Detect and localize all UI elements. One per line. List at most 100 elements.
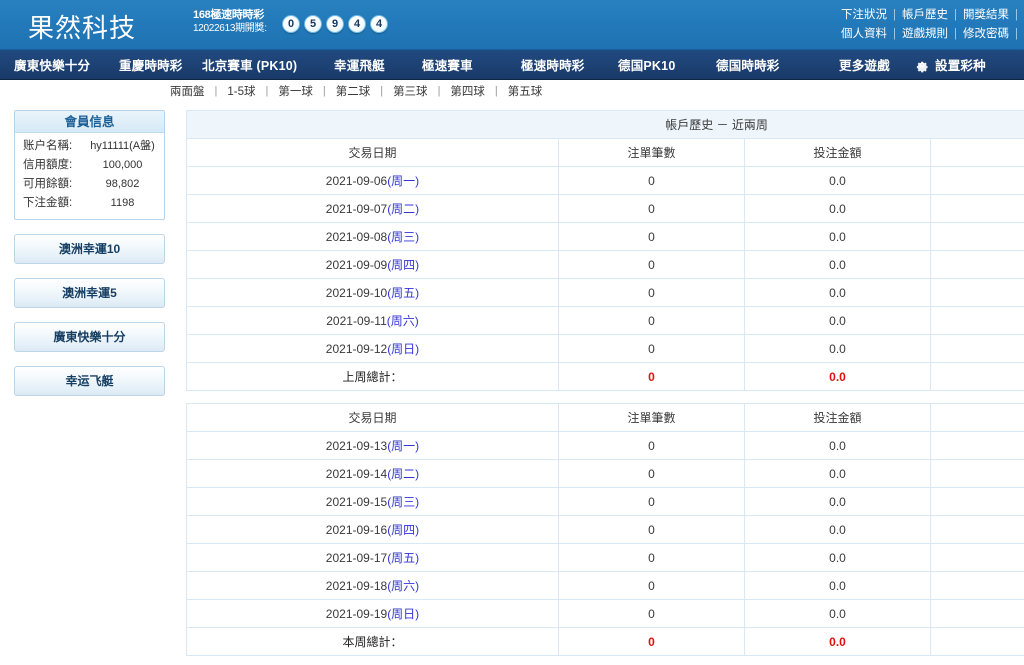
table-row: 2021-09-10(周五)00.00.0 [187, 279, 1024, 307]
table-row: 2021-09-11(周六)00.00.0 [187, 307, 1024, 335]
cell-date: 2021-09-15(周三) [187, 488, 559, 516]
cell-effective-amount: 0.0 [931, 307, 1024, 335]
nav-item-7[interactable]: 德国PK10 [612, 55, 681, 74]
cell-bet-count: 0 [559, 460, 745, 488]
nav-item-4[interactable]: 幸運飛艇 [328, 55, 391, 74]
weekday-link[interactable]: (周一) [387, 174, 419, 188]
column-header-4: 有效 [931, 404, 1024, 432]
date-text: 2021-09-07 [326, 202, 387, 216]
cell-bet-amount: 0.0 [745, 307, 931, 335]
draw-ball: 9 [326, 15, 344, 33]
weekday-link[interactable]: (周三) [387, 230, 419, 244]
member-info-row: 账户名稱:hy11111(A盤) [15, 137, 164, 156]
cell-bet-amount: 0.0 [745, 544, 931, 572]
cell-effective-amount: 0.0 [931, 432, 1024, 460]
top-link-帳戶歷史[interactable]: 帳戶歷史 [896, 9, 954, 21]
subnav-item-7[interactable]: 第五球 [498, 83, 553, 99]
cell-date: 2021-09-19(周日) [187, 600, 559, 628]
cell-date: 2021-09-11(周六) [187, 307, 559, 335]
sidebar-button-3[interactable]: 廣東快樂十分 [14, 322, 165, 352]
member-info-label: 下注金額: [19, 194, 85, 213]
column-header-3: 投注金額 [745, 404, 931, 432]
table-gap [186, 391, 1024, 403]
nav-settings-button[interactable]: 設置彩种 [908, 55, 992, 74]
nav-item-5[interactable]: 極速賽車 [416, 55, 479, 74]
weekday-link[interactable]: (周六) [387, 314, 419, 328]
cell-bet-count: 0 [559, 335, 745, 363]
subnav-item-3[interactable]: 第一球 [268, 83, 323, 99]
weekday-link[interactable]: (周二) [387, 202, 419, 216]
total-label: 上周總計： [187, 363, 559, 391]
link-separator: | [1015, 28, 1018, 40]
weekday-link[interactable]: (周日) [387, 607, 419, 621]
subnav-item-5[interactable]: 第三球 [383, 83, 438, 99]
date-text: 2021-09-06 [326, 174, 387, 188]
top-link-開獎結果[interactable]: 開獎結果 [957, 9, 1015, 21]
table-total-row: 本周總計：00.00.0 [187, 628, 1024, 656]
nav-item-8[interactable]: 德国時時彩 [710, 55, 786, 74]
cell-effective-amount: 0.0 [931, 516, 1024, 544]
top-link-個人資料[interactable]: 個人資料 [835, 28, 893, 40]
sub-nav: 兩面盤|1-5球|第一球|第二球|第三球|第四球|第五球 [0, 80, 1024, 102]
top-link-修改密碼[interactable]: 修改密碼 [957, 28, 1015, 40]
table-row: 2021-09-09(周四)00.00.0 [187, 251, 1024, 279]
table-header-row: 交易日期注單筆數投注金額有效 [187, 139, 1024, 167]
nav-item-6[interactable]: 極速時時彩 [515, 55, 591, 74]
gear-icon [914, 57, 930, 73]
draw-ball: 4 [348, 15, 366, 33]
cell-effective-amount: 0.0 [931, 544, 1024, 572]
table-total-row: 上周總計：00.00.0 [187, 363, 1024, 391]
member-info-row: 可用餘額:98,802 [15, 175, 164, 194]
weekday-link[interactable]: (周五) [387, 286, 419, 300]
cell-bet-count: 0 [559, 432, 745, 460]
table-row: 2021-09-17(周五)00.00.0 [187, 544, 1024, 572]
weekday-link[interactable]: (周六) [387, 579, 419, 593]
cell-bet-count: 0 [559, 223, 745, 251]
cell-bet-count: 0 [559, 307, 745, 335]
page-body: 會員信息 账户名稱:hy11111(A盤)信用額度:100,000可用餘額:98… [0, 102, 1024, 658]
sidebar-button-1[interactable]: 澳洲幸運10 [14, 234, 165, 264]
member-info-label: 账户名稱: [19, 137, 85, 156]
cell-bet-count: 0 [559, 251, 745, 279]
top-link-遊戲規則[interactable]: 遊戲規則 [896, 28, 954, 40]
table-row: 2021-09-08(周三)00.00.0 [187, 223, 1024, 251]
sidebar-button-2[interactable]: 澳洲幸運5 [14, 278, 165, 308]
table-row: 2021-09-13(周一)00.00.0 [187, 432, 1024, 460]
top-links-row-2: 個人資料|遊戲規則|修改密碼| [835, 25, 1018, 44]
subnav-item-6[interactable]: 第四球 [440, 83, 495, 99]
cell-date: 2021-09-08(周三) [187, 223, 559, 251]
top-link-下注狀況[interactable]: 下注狀況 [835, 9, 893, 21]
column-header-3: 投注金額 [745, 139, 931, 167]
cell-bet-amount: 0.0 [745, 167, 931, 195]
date-text: 2021-09-16 [326, 523, 387, 537]
weekday-link[interactable]: (周三) [387, 495, 419, 509]
subnav-item-4[interactable]: 第二球 [326, 83, 381, 99]
subnav-item-2[interactable]: 1-5球 [217, 83, 265, 99]
weekday-link[interactable]: (周四) [387, 523, 419, 537]
table-row: 2021-09-14(周二)00.00.0 [187, 460, 1024, 488]
cell-date: 2021-09-10(周五) [187, 279, 559, 307]
weekday-link[interactable]: (周日) [387, 342, 419, 356]
cell-effective-amount: 0.0 [931, 600, 1024, 628]
weekday-link[interactable]: (周四) [387, 258, 419, 272]
cell-effective-amount: 0.0 [931, 460, 1024, 488]
nav-item-1[interactable]: 廣東快樂十分 [8, 55, 96, 74]
link-separator: | [1015, 9, 1018, 21]
draw-ball: 5 [304, 15, 322, 33]
cell-effective-amount: 0.0 [931, 251, 1024, 279]
date-text: 2021-09-14 [326, 467, 387, 481]
nav-item-9[interactable]: 更多遊戲 [833, 55, 896, 74]
top-links-row-1: 下注狀況|帳戶歷史|開獎結果| [835, 6, 1018, 25]
weekday-link[interactable]: (周一) [387, 439, 419, 453]
nav-item-3[interactable]: 北京賽車 (PK10) [196, 55, 303, 74]
nav-settings-label: 設置彩种 [935, 55, 986, 74]
sidebar-button-4[interactable]: 幸运飞艇 [14, 366, 165, 396]
cell-date: 2021-09-07(周二) [187, 195, 559, 223]
cell-date: 2021-09-18(周六) [187, 572, 559, 600]
cell-bet-amount: 0.0 [745, 279, 931, 307]
weekday-link[interactable]: (周二) [387, 467, 419, 481]
weekday-link[interactable]: (周五) [387, 551, 419, 565]
subnav-item-1[interactable]: 兩面盤 [160, 83, 215, 99]
nav-item-2[interactable]: 重慶時時彩 [113, 55, 189, 74]
column-header-2: 注單筆數 [559, 404, 745, 432]
